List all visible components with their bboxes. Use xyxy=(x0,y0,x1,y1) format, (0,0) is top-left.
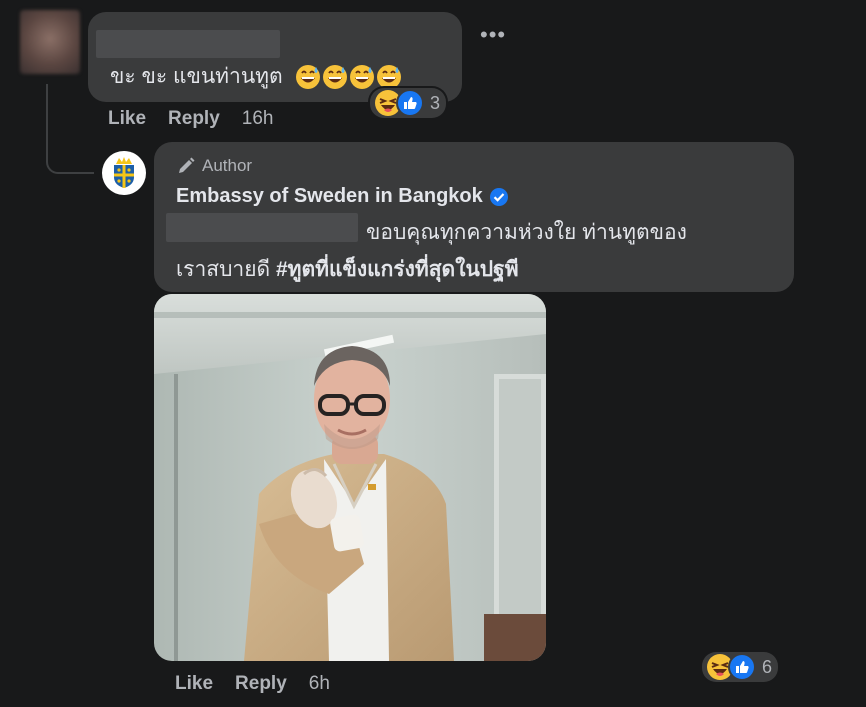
emoji-group xyxy=(295,64,402,90)
pen-icon xyxy=(179,157,195,173)
grinning-sweat-icon xyxy=(295,65,320,90)
reply-actions: Like Reply 6h xyxy=(175,673,352,695)
reply-text-line2: เราสบายดี #ทูตที่แข็งแกร่งที่สุดในปฐพี xyxy=(176,253,519,286)
thread-connector xyxy=(46,152,94,174)
swedish-crest-icon xyxy=(114,157,134,188)
timestamp[interactable]: 6h xyxy=(309,673,330,695)
grinning-sweat-icon xyxy=(322,65,347,90)
reply-button[interactable]: Reply xyxy=(168,108,220,130)
like-button[interactable]: Like xyxy=(175,673,213,695)
grinning-sweat-icon xyxy=(376,65,401,90)
timestamp[interactable]: 16h xyxy=(242,108,274,130)
verified-badge-icon xyxy=(489,187,508,206)
redacted-mention xyxy=(166,213,358,242)
reply-text-line1: ขอบคุณทุกความห่วงใย ท่านทูตของ xyxy=(366,221,687,244)
reaction-count: 3 xyxy=(430,92,441,113)
more-options-icon[interactable]: ••• xyxy=(480,22,506,48)
photo-man-thumbs-up xyxy=(154,294,546,661)
comment-text-body: ขะ ขะ แขนท่านทูต xyxy=(110,65,283,88)
like-button[interactable]: Like xyxy=(108,108,146,130)
like-reaction-icon xyxy=(396,89,424,117)
thread-line xyxy=(46,84,48,154)
comment-text: ขะ ขะ แขนท่านทูต xyxy=(110,60,402,93)
author-badge-label: Author xyxy=(202,156,253,175)
hashtag-link[interactable]: #ทูตที่แข็งแกร่งที่สุดในปฐพี xyxy=(276,258,519,281)
reply-text-plain: เราสบายดี xyxy=(176,258,276,281)
author-badge: Author xyxy=(176,156,252,176)
reaction-count: 6 xyxy=(762,656,773,677)
reply-reaction-summary[interactable]: 6 xyxy=(702,652,779,682)
commenter-avatar[interactable] xyxy=(20,10,80,74)
embassy-avatar[interactable] xyxy=(102,151,146,195)
grinning-sweat-icon xyxy=(349,65,374,90)
author-name[interactable]: Embassy of Sweden in Bangkok xyxy=(176,185,509,208)
author-name-text[interactable]: Embassy of Sweden in Bangkok xyxy=(176,185,483,208)
reaction-summary[interactable]: 3 xyxy=(370,88,447,118)
redacted-commenter-name xyxy=(96,30,280,58)
comment-actions: Like Reply 16h xyxy=(108,108,295,130)
reply-photo[interactable] xyxy=(154,294,546,661)
like-reaction-icon xyxy=(728,653,756,681)
reply-button[interactable]: Reply xyxy=(235,673,287,695)
